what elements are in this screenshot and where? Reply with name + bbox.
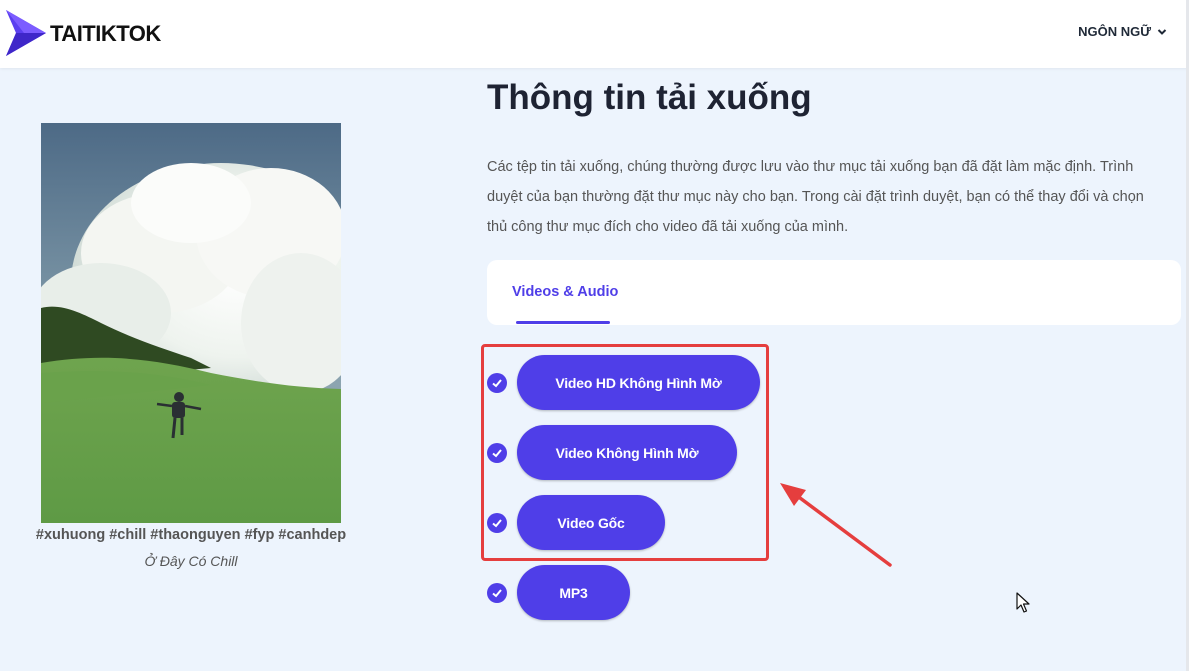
language-dropdown[interactable]: NGÔN NGỮ bbox=[1078, 24, 1167, 39]
download-description: Các tệp tin tải xuống, chúng thường được… bbox=[487, 159, 1144, 235]
annotation-arrow-icon bbox=[780, 483, 892, 567]
page-title: Thông tin tải xuống bbox=[487, 78, 812, 117]
chevron-down-icon bbox=[1157, 28, 1167, 35]
video-thumbnail-image bbox=[41, 123, 341, 523]
site-logo[interactable]: TAITIKTOK bbox=[4, 8, 161, 58]
tabs-card: Videos & Audio bbox=[487, 260, 1181, 325]
annotation-highlight-box bbox=[481, 344, 769, 561]
tab-videos-audio[interactable]: Videos & Audio bbox=[512, 284, 618, 300]
site-header: TAITIKTOK NGÔN NGỮ bbox=[0, 0, 1189, 68]
video-title: Ở Đây Có Chill bbox=[144, 553, 238, 569]
logo-arrow-icon bbox=[6, 10, 46, 56]
active-tab-indicator bbox=[516, 321, 610, 324]
mouse-cursor-icon bbox=[1016, 592, 1030, 613]
logo-text: TAITIKTOK bbox=[50, 21, 161, 46]
download-mp3-button[interactable]: MP3 bbox=[517, 565, 630, 620]
language-label: NGÔN NGỮ bbox=[1078, 24, 1151, 39]
video-thumbnail bbox=[41, 123, 341, 523]
checkmark-icon[interactable] bbox=[487, 582, 507, 603]
video-hashtags: #xuhuong #chill #thaonguyen #fyp #canhde… bbox=[35, 527, 347, 543]
download-option: MP3 bbox=[487, 565, 630, 620]
